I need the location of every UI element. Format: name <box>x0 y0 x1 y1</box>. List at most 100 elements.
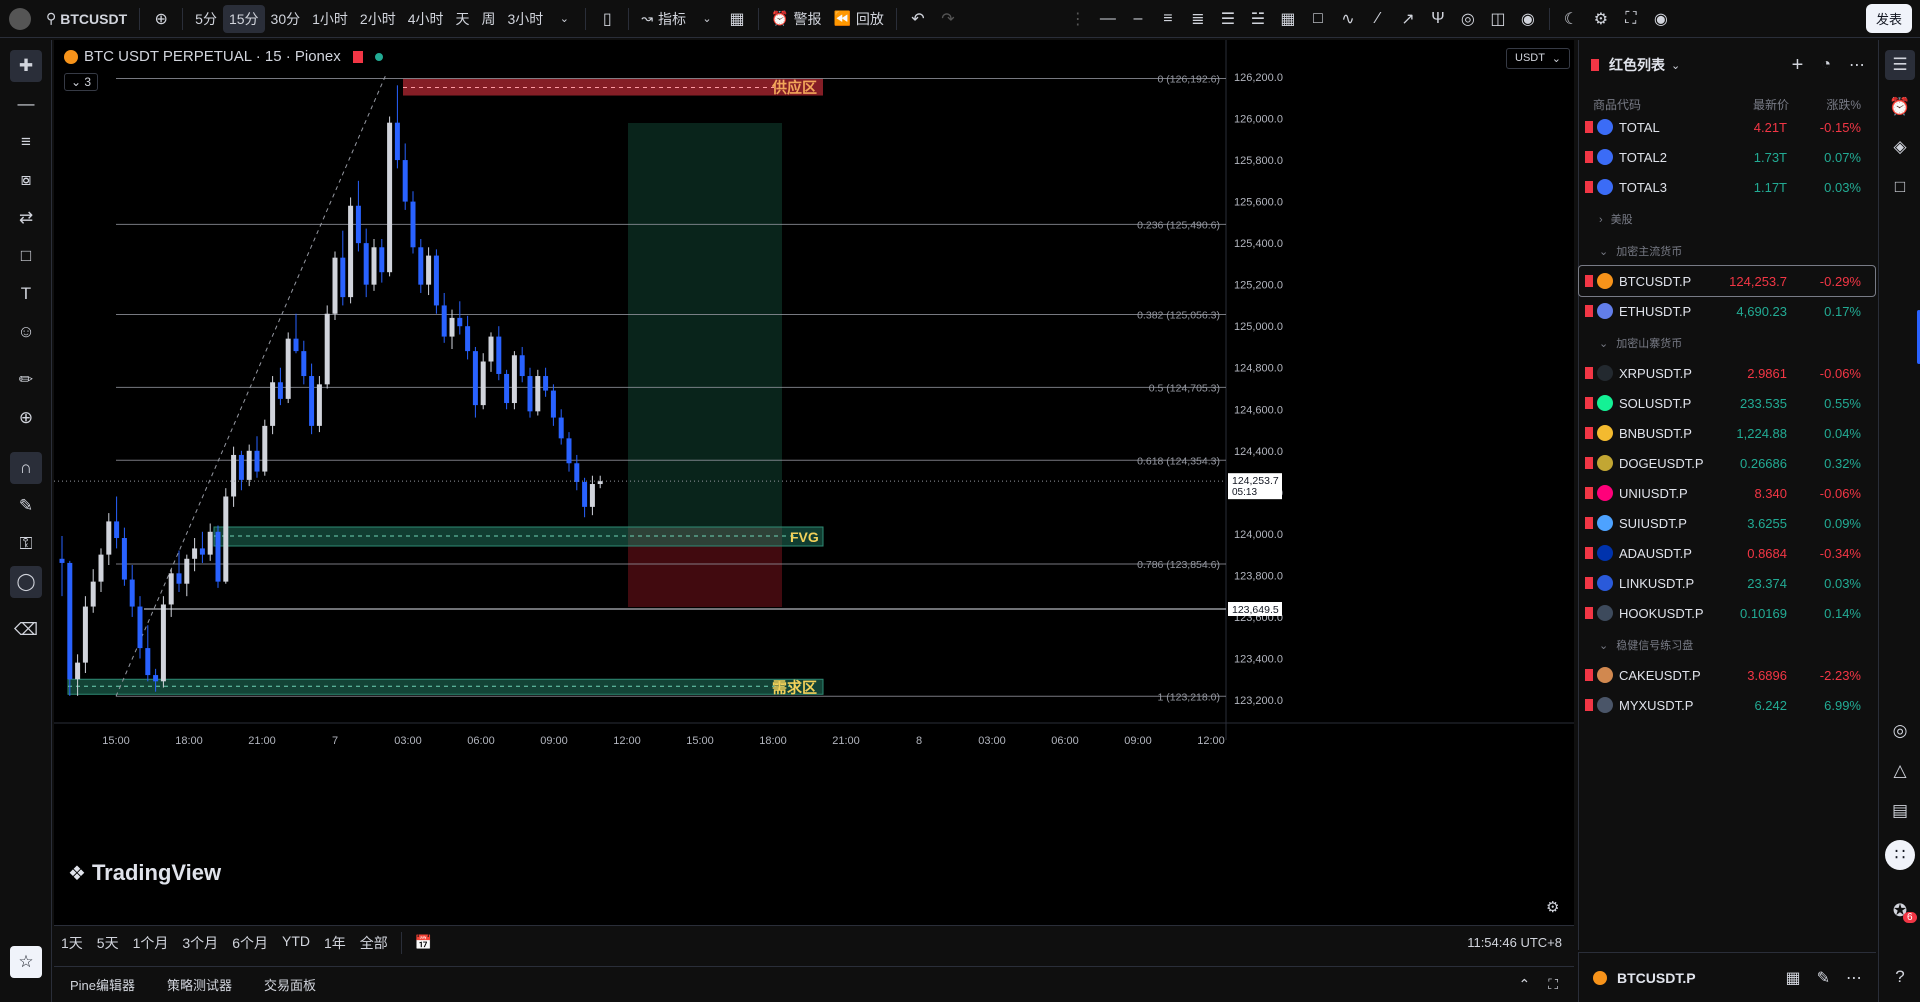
magnet-icon[interactable]: ∩ <box>10 452 42 484</box>
pattern-tool-icon[interactable]: ⧇ <box>10 164 42 196</box>
compare-add-icon[interactable]: ⊕ <box>146 5 176 33</box>
indicators-dropdown-icon[interactable]: ⌄ <box>692 5 722 33</box>
go-to-date-icon[interactable]: 📅 <box>408 934 439 951</box>
range-button[interactable]: 全部 <box>353 933 395 953</box>
range-button[interactable]: 6个月 <box>225 933 275 953</box>
wallet-icon[interactable]: ◉ <box>1513 5 1543 33</box>
currency-select[interactable]: USDT ⌄ <box>1506 48 1570 69</box>
interval-button[interactable]: 4小时 <box>402 5 450 33</box>
flag-icon[interactable] <box>1585 517 1593 529</box>
interval-button[interactable]: 3小时 <box>502 5 550 33</box>
panel-tab[interactable]: Pine编辑器 <box>54 975 151 994</box>
favorites-star-icon[interactable]: ☆ <box>10 946 42 978</box>
range-button[interactable]: 5天 <box>90 933 126 953</box>
redo-icon[interactable]: ↷ <box>933 5 963 33</box>
flag-icon[interactable] <box>1585 121 1593 133</box>
emoji-icon[interactable]: ☺ <box>10 316 42 348</box>
ruler-icon[interactable]: ✏ <box>10 364 42 396</box>
polyline-icon[interactable]: ∿ <box>1333 5 1363 33</box>
watchlist-row[interactable]: SOLUSDT.P 233.535 0.55% <box>1579 388 1875 418</box>
watchlist-row[interactable]: LINKUSDT.P 23.374 0.03% <box>1579 568 1875 598</box>
interval-button[interactable]: 周 <box>476 5 502 33</box>
watchlist-row[interactable]: HOOKUSDT.P 0.10169 0.14% <box>1579 598 1875 628</box>
compass-icon[interactable]: ◎ <box>1885 716 1915 746</box>
clock[interactable]: 11:54:46 UTC+8 <box>1467 935 1562 950</box>
footer-symbol[interactable]: BTCUSDT.P <box>1617 970 1696 986</box>
advanced-view-icon[interactable]: ◔ <box>1821 56 1831 74</box>
interval-button[interactable]: 2小时 <box>354 5 402 33</box>
ray-icon[interactable]: ↗ <box>1393 5 1423 33</box>
calendar-icon[interactable]: ▤ <box>1885 796 1915 826</box>
watchlist-row[interactable]: MYXUSDT.P 6.242 6.99% <box>1579 690 1875 720</box>
flag-icon[interactable] <box>352 50 363 63</box>
chart-canvas[interactable]: 供应区 FVG 需求区 0 (126,192.6) 0.236 (125,490.6) 0… <box>54 40 1574 925</box>
flag-icon[interactable] <box>1585 397 1593 409</box>
settings-gear-icon[interactable]: ⚙ <box>1586 5 1616 33</box>
watchlist-row[interactable]: UNIUSDT.P 8.340 -0.06% <box>1579 478 1875 508</box>
watchlist-group[interactable]: ⌄ 稳健信号练习盘 <box>1599 637 1693 653</box>
panel-tab[interactable]: 策略测试器 <box>151 975 248 994</box>
watchlist-row[interactable]: BNBUSDT.P 1,224.88 0.04% <box>1579 418 1875 448</box>
text-tool-icon[interactable]: T <box>10 278 42 310</box>
flag-icon[interactable] <box>1585 669 1593 681</box>
maximize-panel-icon[interactable]: ⛶ <box>1548 976 1558 993</box>
chevron-down-icon[interactable]: ⌄ <box>1671 59 1680 72</box>
range-button[interactable]: 1个月 <box>126 933 176 953</box>
edit-icon[interactable]: ✎ <box>1817 968 1830 988</box>
flag-icon[interactable] <box>1585 457 1593 469</box>
help-icon[interactable]: ? <box>1885 962 1915 992</box>
stay-in-drawing-icon[interactable]: ✎ <box>10 490 42 522</box>
interval-button[interactable]: 5分 <box>189 5 223 33</box>
user-avatar[interactable] <box>0 5 40 33</box>
fullscreen-icon[interactable]: ⛶ <box>1616 5 1646 33</box>
publish-button[interactable]: 发表 <box>1865 4 1912 33</box>
watchlist-icon[interactable]: ☰ <box>1885 50 1915 80</box>
watchlist-title[interactable]: 红色列表 <box>1609 55 1665 75</box>
fib-channel-icon[interactable]: ≣ <box>1183 5 1213 33</box>
price-note-icon[interactable]: ◫ <box>1483 5 1513 33</box>
interval-button[interactable]: 30分 <box>265 5 307 33</box>
chart-pane[interactable]: 供应区 FVG 需求区 0 (126,192.6) 0.236 (125,490.6) 0… <box>54 40 1574 940</box>
chart-settings-icon[interactable]: ⚙ <box>1546 898 1559 916</box>
fib-tool-icon[interactable]: ≡ <box>10 126 42 158</box>
replay-button[interactable]: ⏪ 回放 <box>827 5 889 33</box>
lock-icon[interactable]: ⚿ <box>10 528 42 560</box>
pitchfork-icon[interactable]: Ψ <box>1423 5 1453 33</box>
range-button[interactable]: YTD <box>275 933 317 953</box>
indicator-toggle[interactable]: ⌄ 3 <box>64 73 99 91</box>
gann-grid-icon[interactable]: ▦ <box>1273 5 1303 33</box>
apps-grid-icon[interactable]: ∷ <box>1885 840 1915 870</box>
more-menu-icon[interactable]: ⋯ <box>1849 55 1865 75</box>
watchlist-row[interactable]: SUIUSDT.P 3.6255 0.09% <box>1579 508 1875 538</box>
range-button[interactable]: 3个月 <box>175 933 225 953</box>
horizontal-line-icon[interactable]: – <box>1123 5 1153 33</box>
trend-line-tool-icon[interactable]: — <box>10 88 42 120</box>
ideas-icon[interactable]: △ <box>1885 756 1915 786</box>
symbol-search-button[interactable]: ⚲ BTCUSDT <box>40 5 133 33</box>
watchlist-row[interactable]: TOTAL3 1.17T 0.03% <box>1579 172 1875 202</box>
col-symbol-header[interactable]: 商品代码 <box>1593 96 1641 113</box>
fib-retracement-icon[interactable]: ☰ <box>1213 5 1243 33</box>
watchlist-row[interactable]: ETHUSDT.P 4,690.23 0.17% <box>1579 296 1875 326</box>
alert-button[interactable]: ⏰ 警报 <box>765 5 827 33</box>
watchlist-row[interactable]: ADAUSDT.P 0.8684 -0.34% <box>1579 538 1875 568</box>
flag-icon[interactable] <box>1585 487 1593 499</box>
flag-icon[interactable] <box>1585 427 1593 439</box>
watchlist-row[interactable]: DOGEUSDT.P 0.26686 0.32% <box>1579 448 1875 478</box>
trash-icon[interactable]: ⌫ <box>10 614 42 646</box>
alerts-clock-icon[interactable]: ⏰ <box>1885 92 1915 122</box>
layers-icon[interactable]: ◈ <box>1885 132 1915 162</box>
horizontal-ray-icon[interactable]: — <box>1093 5 1123 33</box>
flag-icon[interactable] <box>1585 699 1593 711</box>
zoom-in-icon[interactable]: ⊕ <box>10 402 42 434</box>
watchlist-group[interactable]: ⌄ 加密主流货币 <box>1599 243 1682 259</box>
range-button[interactable]: 1天 <box>54 933 90 953</box>
grid-view-icon[interactable]: ▦ <box>1785 968 1800 988</box>
shape-tool-icon[interactable]: □ <box>10 240 42 272</box>
flag-icon[interactable] <box>1585 151 1593 163</box>
hide-drawings-icon[interactable]: ◯ <box>10 566 42 598</box>
prediction-tool-icon[interactable]: ⇄ <box>10 202 42 234</box>
watchlist-row[interactable]: XRPUSDT.P 2.9861 -0.06% <box>1579 358 1875 388</box>
col-last-header[interactable]: 最新价 <box>1743 96 1789 113</box>
parallel-channel-icon[interactable]: ≡ <box>1153 5 1183 33</box>
